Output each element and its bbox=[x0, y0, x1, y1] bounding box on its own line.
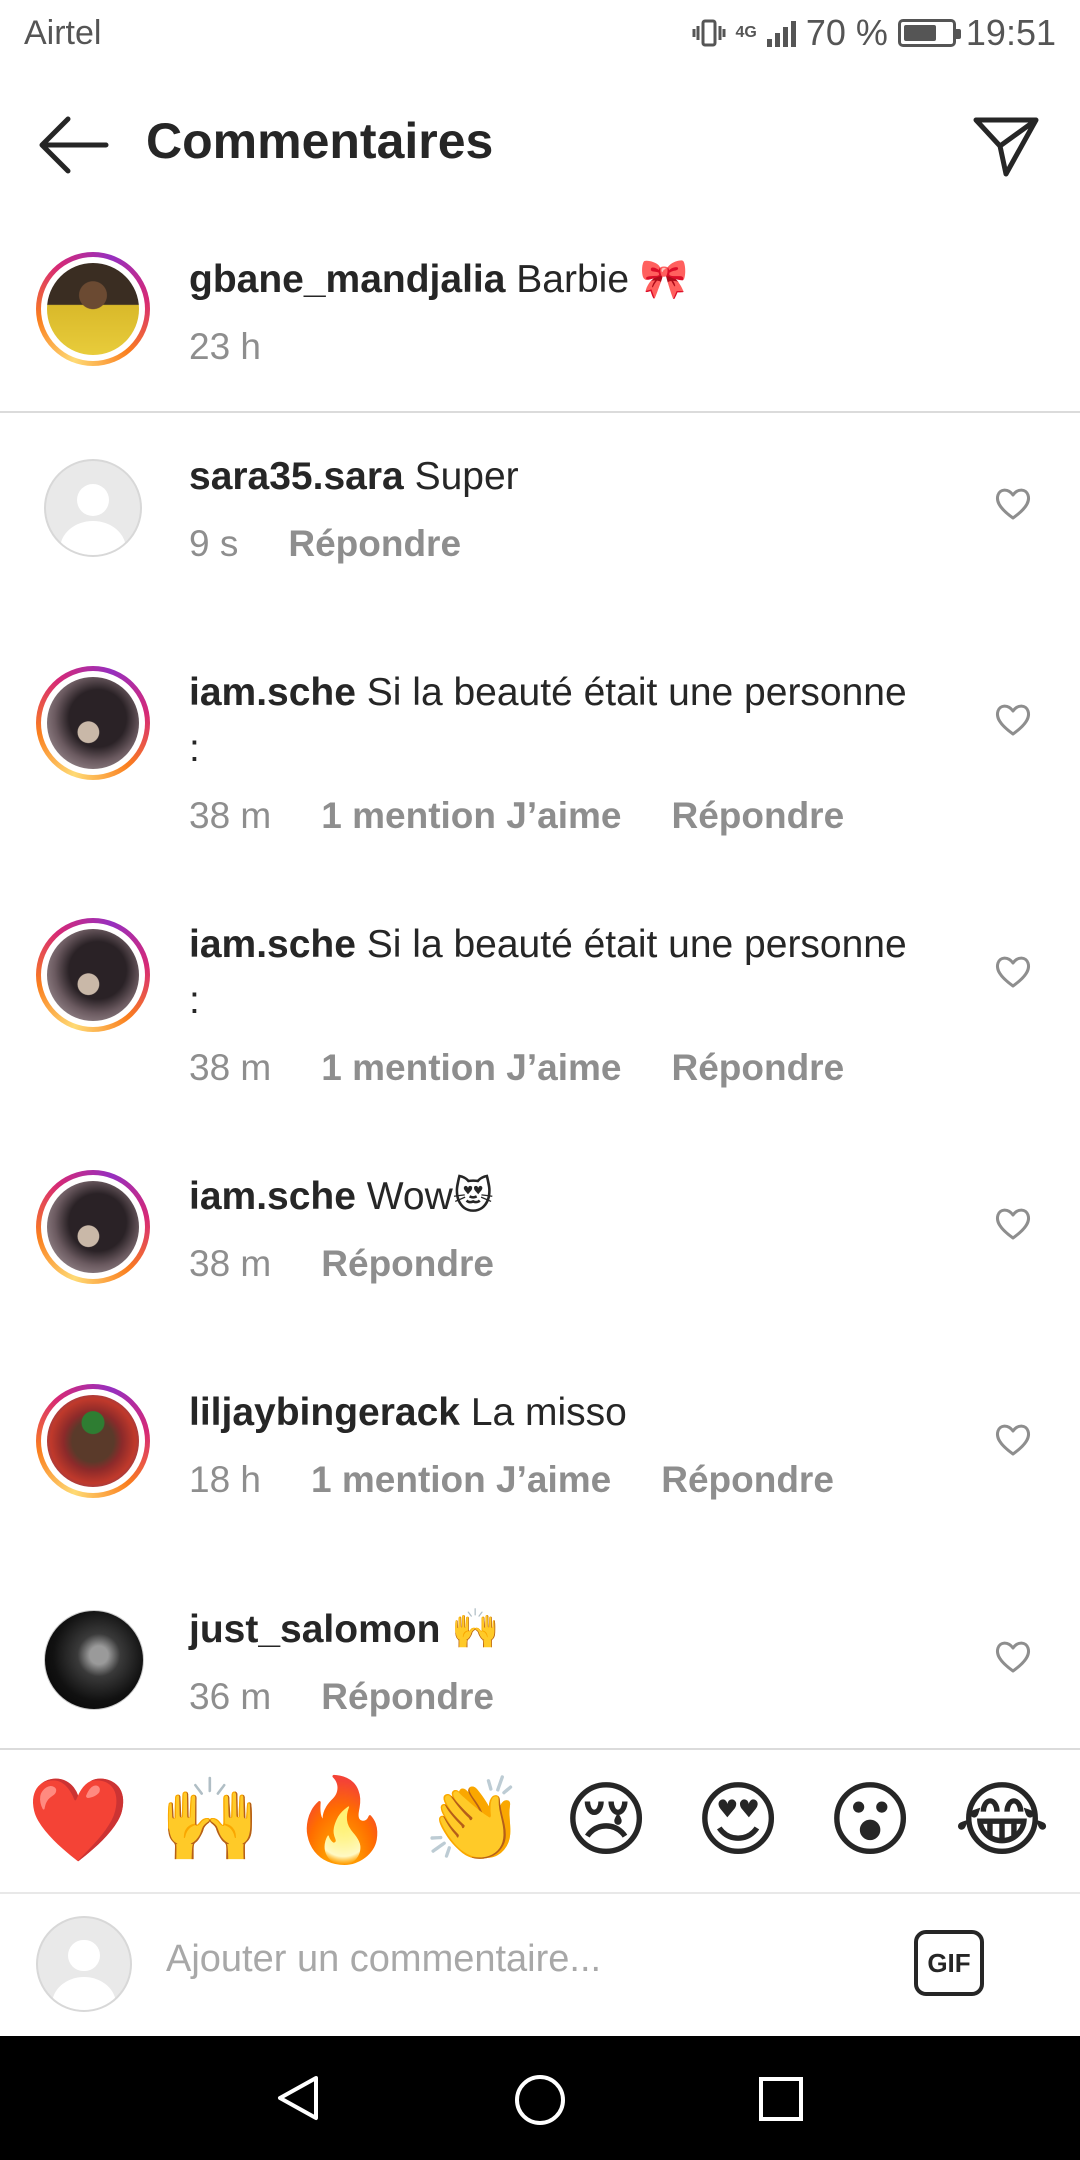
heart-icon[interactable] bbox=[993, 1637, 1033, 1677]
caption-text: gbane_mandjalia Barbie 🎀 bbox=[189, 252, 688, 308]
back-triangle-icon[interactable] bbox=[272, 2072, 324, 2124]
emoji-surprised-button[interactable]: 😮 bbox=[815, 1776, 925, 1866]
caption-meta: 23 h bbox=[189, 326, 261, 368]
comment-meta: 38 m 1 mention J’aime Répondre bbox=[189, 1047, 844, 1089]
carrier-name: Airtel bbox=[24, 14, 102, 52]
likes-count[interactable]: 1 mention J’aime bbox=[321, 1047, 621, 1089]
status-bar: Airtel 4G 70 % 19:51 bbox=[0, 0, 1080, 74]
heart-icon[interactable] bbox=[993, 1204, 1033, 1244]
comment-text: sara35.sara Super bbox=[189, 449, 519, 505]
comment-time: 38 m bbox=[189, 1243, 272, 1284]
comment-body: Si la beauté était une personne bbox=[366, 923, 907, 966]
comment-text: just_salomon 🙌 bbox=[189, 1602, 500, 1658]
quick-emoji-bar: ❤️ 🙌 🔥 👏 😢 😍 😮 😂 bbox=[0, 1750, 1080, 1892]
home-circle-icon[interactable] bbox=[512, 2072, 568, 2128]
comment-meta: 36 m Répondre bbox=[189, 1676, 494, 1718]
reply-button[interactable]: Répondre bbox=[671, 795, 844, 837]
system-navigation-bar bbox=[0, 2036, 1080, 2160]
comment-time: 18 h bbox=[189, 1459, 262, 1500]
comment-meta: 38 m 1 mention J’aime Répondre bbox=[189, 795, 844, 837]
likes-count[interactable]: 1 mention J’aime bbox=[321, 795, 621, 837]
battery-icon bbox=[897, 19, 961, 47]
comment-username[interactable]: sara35.sara bbox=[189, 455, 404, 498]
comment-body: La misso bbox=[470, 1391, 627, 1434]
avatar[interactable] bbox=[36, 1384, 150, 1498]
recents-square-icon[interactable] bbox=[756, 2074, 806, 2124]
emoji-heart-eyes-button[interactable]: 😍 bbox=[683, 1776, 793, 1866]
comment-text: iam.sche Si la beauté était une personne… bbox=[189, 665, 907, 777]
reply-button[interactable]: Répondre bbox=[671, 1047, 844, 1089]
vibrate-icon bbox=[692, 19, 725, 47]
avatar[interactable] bbox=[36, 1170, 150, 1284]
comment-body: Wow😻 bbox=[366, 1175, 494, 1218]
comment-time: 36 m bbox=[189, 1676, 272, 1717]
avatar[interactable] bbox=[44, 459, 142, 557]
likes-count[interactable]: 1 mention J’aime bbox=[311, 1459, 611, 1501]
emoji-clap-button[interactable]: 👏 bbox=[419, 1776, 529, 1866]
comment-input[interactable] bbox=[166, 1938, 866, 1981]
signal-icon bbox=[766, 19, 796, 47]
comment-meta: 9 s Répondre bbox=[189, 523, 461, 565]
caption-time: 23 h bbox=[189, 326, 262, 367]
emoji-raising-hands-button[interactable]: 🙌 bbox=[155, 1776, 265, 1866]
heart-icon[interactable] bbox=[993, 484, 1033, 524]
comment-body: Super bbox=[414, 455, 519, 498]
comment-username[interactable]: liljaybingerack bbox=[189, 1391, 460, 1434]
emoji-heart-button[interactable]: ❤️ bbox=[23, 1776, 133, 1866]
comment-time: 38 m bbox=[189, 1047, 272, 1088]
battery-percent: 70 % bbox=[805, 12, 888, 53]
heart-icon[interactable] bbox=[993, 1420, 1033, 1460]
network-type: 4G bbox=[735, 24, 757, 41]
comment-meta: 38 m Répondre bbox=[189, 1243, 494, 1285]
comment-text: iam.sche Si la beauté était une personne… bbox=[189, 917, 907, 1029]
heart-icon[interactable] bbox=[993, 952, 1033, 992]
avatar[interactable] bbox=[44, 1610, 144, 1710]
avatar[interactable] bbox=[36, 918, 150, 1032]
avatar[interactable] bbox=[36, 666, 150, 780]
page-title: Commentaires bbox=[146, 113, 494, 169]
caption-username[interactable]: gbane_mandjalia bbox=[189, 258, 505, 301]
divider bbox=[0, 411, 1080, 413]
caption-body: Barbie 🎀 bbox=[516, 258, 689, 301]
reply-button[interactable]: Répondre bbox=[321, 1243, 494, 1285]
comment-time: 9 s bbox=[189, 523, 239, 564]
emoji-crying-button[interactable]: 😢 bbox=[551, 1776, 661, 1866]
heart-icon[interactable] bbox=[993, 700, 1033, 740]
arrow-left-icon[interactable] bbox=[34, 110, 114, 180]
avatar[interactable] bbox=[36, 252, 150, 366]
gif-button[interactable]: GIF bbox=[914, 1930, 984, 1996]
comment-username[interactable]: iam.sche bbox=[189, 1175, 356, 1218]
comment-text: iam.sche Wow😻 bbox=[189, 1169, 493, 1225]
status-icons: 4G 70 % 19:51 bbox=[692, 12, 1056, 54]
comment-meta: 18 h 1 mention J’aime Répondre bbox=[189, 1459, 834, 1501]
comment-body-continued: : bbox=[189, 727, 200, 770]
comment-body: Si la beauté était une personne bbox=[366, 671, 907, 714]
paper-plane-icon[interactable] bbox=[970, 110, 1042, 182]
comment-body-continued: : bbox=[189, 979, 200, 1022]
comment-username[interactable]: iam.sche bbox=[189, 923, 356, 966]
comment-username[interactable]: iam.sche bbox=[189, 671, 356, 714]
avatar bbox=[36, 1916, 132, 2012]
clock: 19:51 bbox=[965, 12, 1056, 53]
emoji-laughing-button[interactable]: 😂 bbox=[947, 1776, 1057, 1866]
comment-body: 🙌 bbox=[451, 1608, 500, 1651]
comment-time: 38 m bbox=[189, 795, 272, 836]
reply-button[interactable]: Répondre bbox=[321, 1676, 494, 1718]
reply-button[interactable]: Répondre bbox=[661, 1459, 834, 1501]
comment-username[interactable]: just_salomon bbox=[189, 1608, 440, 1651]
comment-text: liljaybingerack La misso bbox=[189, 1385, 627, 1441]
emoji-fire-button[interactable]: 🔥 bbox=[287, 1776, 397, 1866]
reply-button[interactable]: Répondre bbox=[288, 523, 461, 565]
